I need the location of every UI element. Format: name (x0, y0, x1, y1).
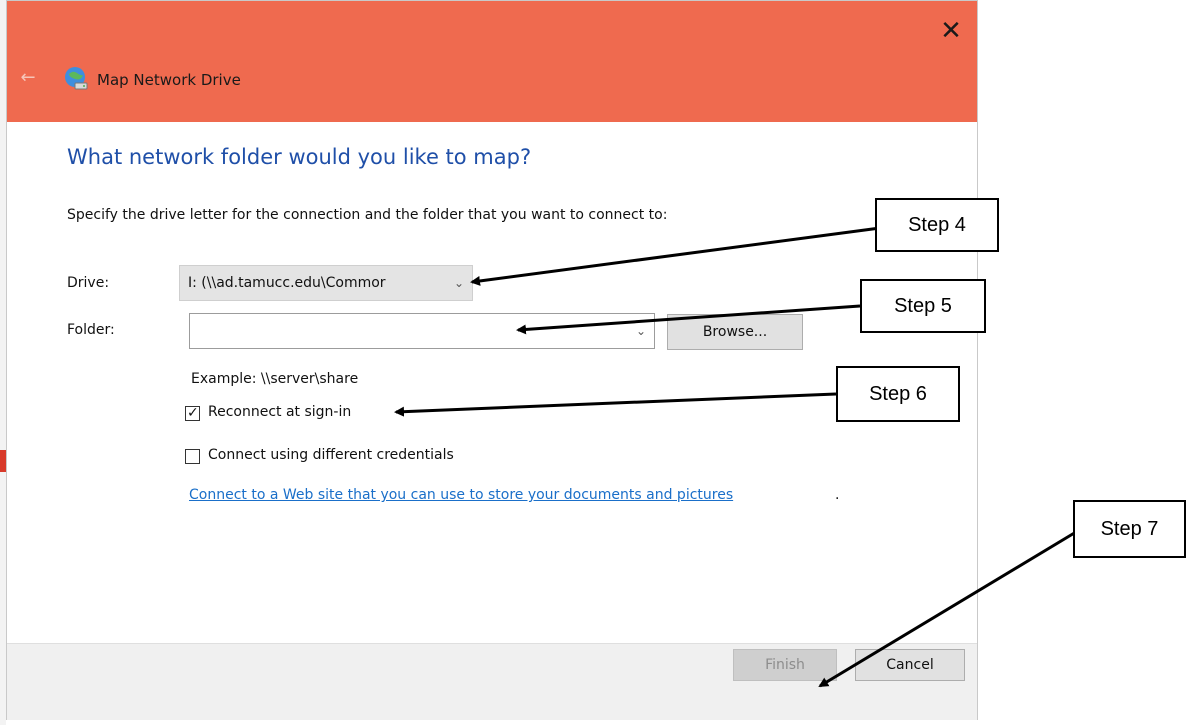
title-bar: ✕ ← Map Network Drive (7, 1, 977, 122)
credentials-label[interactable]: Connect using different credentials (208, 447, 454, 463)
step4-callout: Step 4 (875, 198, 999, 252)
checkmark-icon: ✓ (187, 405, 199, 421)
finish-button[interactable]: Finish (733, 649, 837, 681)
cancel-button[interactable]: Cancel (855, 649, 965, 681)
back-arrow-icon[interactable]: ← (17, 67, 39, 89)
reconnect-label[interactable]: Reconnect at sign-in (208, 404, 351, 420)
close-button[interactable]: ✕ (935, 15, 967, 47)
folder-label: Folder: (67, 322, 115, 338)
example-text: Example: \\server\share (191, 371, 359, 387)
map-network-drive-dialog: ✕ ← Map Network Drive What network folde… (6, 0, 978, 720)
window-title: Map Network Drive (97, 71, 241, 89)
drive-label: Drive: (67, 275, 110, 291)
reconnect-checkbox[interactable]: ✓ (185, 405, 200, 421)
credentials-checkbox[interactable] (185, 449, 200, 464)
drive-dropdown[interactable]: I: (\\ad.tamucc.edu\Commor ⌄ (179, 265, 473, 301)
step7-callout: Step 7 (1073, 500, 1186, 558)
link-period: . (835, 487, 840, 503)
chevron-down-icon: ⌄ (453, 276, 464, 290)
step6-callout: Step 6 (836, 366, 960, 422)
web-site-link[interactable]: Connect to a Web site that you can use t… (189, 487, 733, 503)
network-drive-icon (65, 67, 88, 90)
folder-combobox[interactable]: ⌄ (189, 313, 655, 349)
instruction-text: Specify the drive letter for the connect… (67, 207, 668, 223)
drive-dropdown-value: I: (\\ad.tamucc.edu\Commor (188, 275, 386, 291)
browse-button[interactable]: Browse... (667, 314, 803, 350)
chevron-down-icon[interactable]: ⌄ (636, 314, 646, 348)
step5-callout: Step 5 (860, 279, 986, 333)
page-heading: What network folder would you like to ma… (67, 145, 532, 169)
